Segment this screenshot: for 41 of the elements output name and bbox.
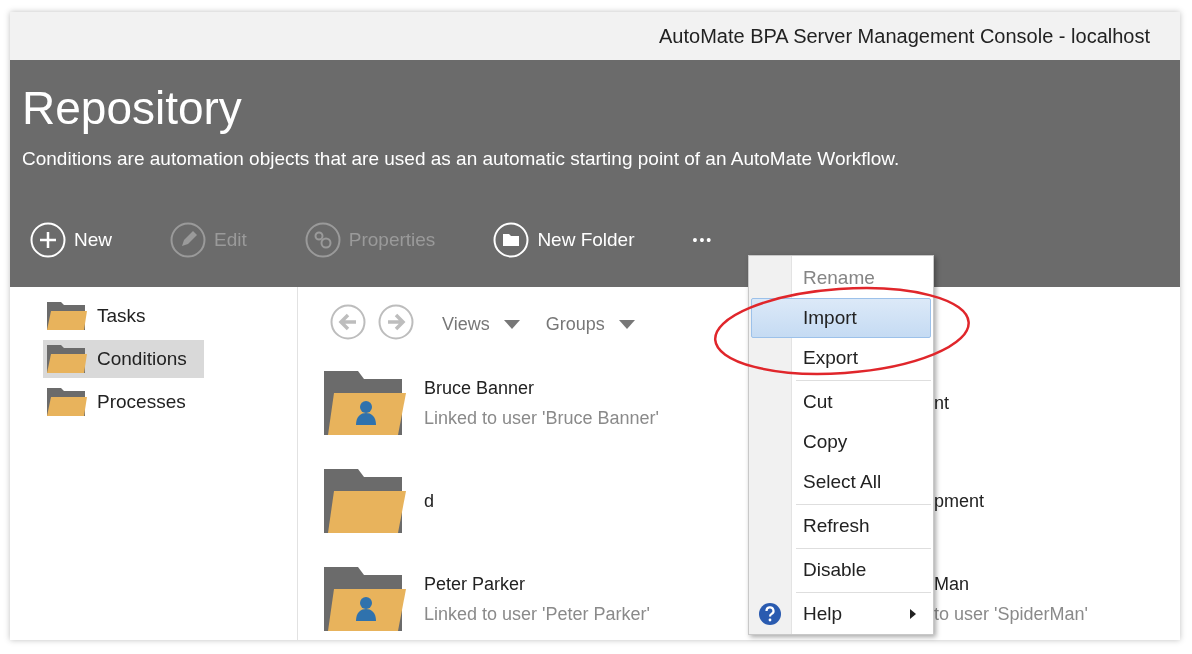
item-title: pment	[934, 490, 985, 512]
folder-icon	[493, 222, 530, 258]
item-title: Man	[934, 573, 970, 595]
pencil-icon	[170, 222, 206, 258]
menu-item[interactable]: Help	[751, 594, 931, 634]
new-folder-button[interactable]: New Folder	[493, 222, 635, 258]
item-title: nt	[934, 392, 949, 414]
help-icon	[758, 602, 782, 626]
menu-item[interactable]: Copy	[751, 422, 931, 462]
folder-icon	[47, 302, 87, 330]
new-button[interactable]: New	[30, 222, 112, 258]
menu-item[interactable]: Refresh	[751, 506, 931, 546]
tree-item[interactable]: Tasks	[43, 297, 204, 335]
plus-icon	[30, 222, 66, 258]
page-title: Repository	[22, 81, 243, 136]
item-title: Peter Parker	[424, 573, 527, 595]
item-subtitle: Linked to user 'Bruce Banner'	[424, 407, 659, 429]
caret-icon	[503, 319, 520, 329]
item-title: d	[424, 490, 434, 512]
tree-item-label: Processes	[97, 391, 186, 413]
item-title: Bruce Banner	[424, 377, 536, 399]
more-button[interactable]: •••	[692, 232, 714, 248]
menu-item[interactable]: Select All	[751, 462, 931, 502]
tree-item[interactable]: Conditions	[43, 340, 204, 378]
gears-icon	[304, 222, 341, 258]
folder-icon	[47, 345, 87, 373]
menu-item[interactable]: Cut	[751, 382, 931, 422]
tree-item-label: Tasks	[97, 305, 146, 327]
tree-item[interactable]: Processes	[43, 383, 204, 421]
tree-item-label: Conditions	[97, 348, 187, 370]
menu-item[interactable]: Disable	[751, 550, 931, 590]
views-dropdown[interactable]: Views	[442, 313, 520, 335]
window-title: AutoMate BPA Server Management Console - localhost	[659, 24, 1150, 48]
menu-item[interactable]: Import	[751, 298, 931, 338]
groups-dropdown[interactable]: Groups	[545, 313, 635, 335]
page-description: Conditions are automation objects that are used as an automatic starting point of an AutoMate Workflow.	[22, 148, 901, 170]
item-subtitle: Linked to user 'Peter Parker'	[424, 603, 650, 625]
caret-icon	[618, 319, 635, 329]
menu-item[interactable]: Export	[751, 338, 931, 378]
item-subtitle: to user 'SpiderMan'	[934, 603, 1088, 625]
folder-icon	[47, 388, 87, 416]
